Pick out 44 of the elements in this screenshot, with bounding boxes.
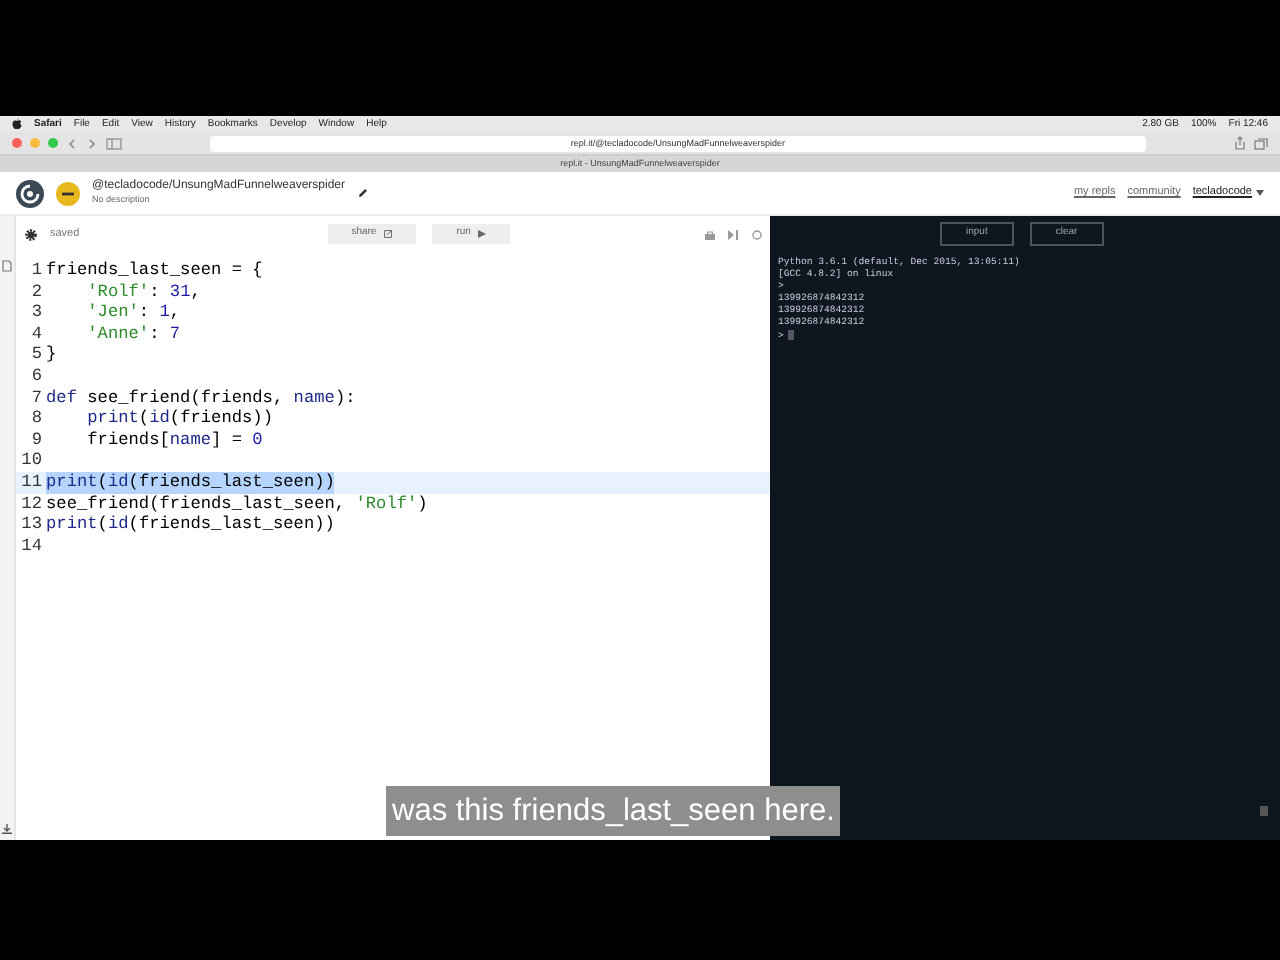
download-icon[interactable] xyxy=(2,824,12,834)
play-icon xyxy=(478,230,487,238)
code-line: see_friend(friends_last_seen, 'Rolf') xyxy=(46,493,428,515)
code-line: friends[name] = 0 xyxy=(85,429,263,451)
close-button[interactable] xyxy=(12,138,22,148)
avatar-icon[interactable] xyxy=(56,181,80,205)
line-number: 1 xyxy=(29,260,44,282)
logo-icon[interactable] xyxy=(16,179,44,207)
code-line: 'Jen': 1, xyxy=(85,302,181,324)
line-number: 14 xyxy=(19,535,44,557)
line-number: 13 xyxy=(19,514,44,536)
step-icon[interactable] xyxy=(728,229,740,239)
share-icon[interactable] xyxy=(1234,136,1246,150)
tabs-icon[interactable] xyxy=(1254,137,1268,149)
external-link-icon xyxy=(384,230,393,238)
line-number: 12 xyxy=(19,493,44,515)
line-number: 4 xyxy=(29,323,44,345)
zoom-button[interactable] xyxy=(48,138,58,148)
sidebar-icon[interactable] xyxy=(106,137,122,149)
settings-icon[interactable] xyxy=(24,227,38,241)
line-number: 5 xyxy=(29,344,44,366)
line-number: 11 xyxy=(19,471,44,494)
file-icon[interactable] xyxy=(2,260,12,272)
line-number: 3 xyxy=(29,302,44,324)
line-number: 7 xyxy=(29,387,44,409)
line-number: 9 xyxy=(29,429,44,451)
cursor xyxy=(787,329,794,339)
caret-icon[interactable] xyxy=(1256,190,1264,196)
code-line: def see_friend(friends, name): xyxy=(46,387,356,409)
code-line: friends_last_seen = { xyxy=(46,260,263,282)
video-caption: was this friends_last_seen here. xyxy=(386,786,841,837)
apple-icon[interactable] xyxy=(12,118,22,130)
back-icon[interactable] xyxy=(66,137,78,149)
code-line: 'Rolf': 31, xyxy=(85,281,201,303)
line-number: 8 xyxy=(29,408,44,430)
line-number: 2 xyxy=(29,281,44,303)
code-line: print(id(friends_last_seen)) xyxy=(46,514,335,536)
line-number: 6 xyxy=(29,365,44,388)
code-line: } xyxy=(46,344,57,366)
forward-icon[interactable] xyxy=(86,137,98,149)
code-line: print(id(friends)) xyxy=(85,408,273,430)
code-line: 'Anne': 7 xyxy=(85,323,181,345)
line-number: 10 xyxy=(19,450,44,472)
edit-icon[interactable] xyxy=(357,188,367,198)
